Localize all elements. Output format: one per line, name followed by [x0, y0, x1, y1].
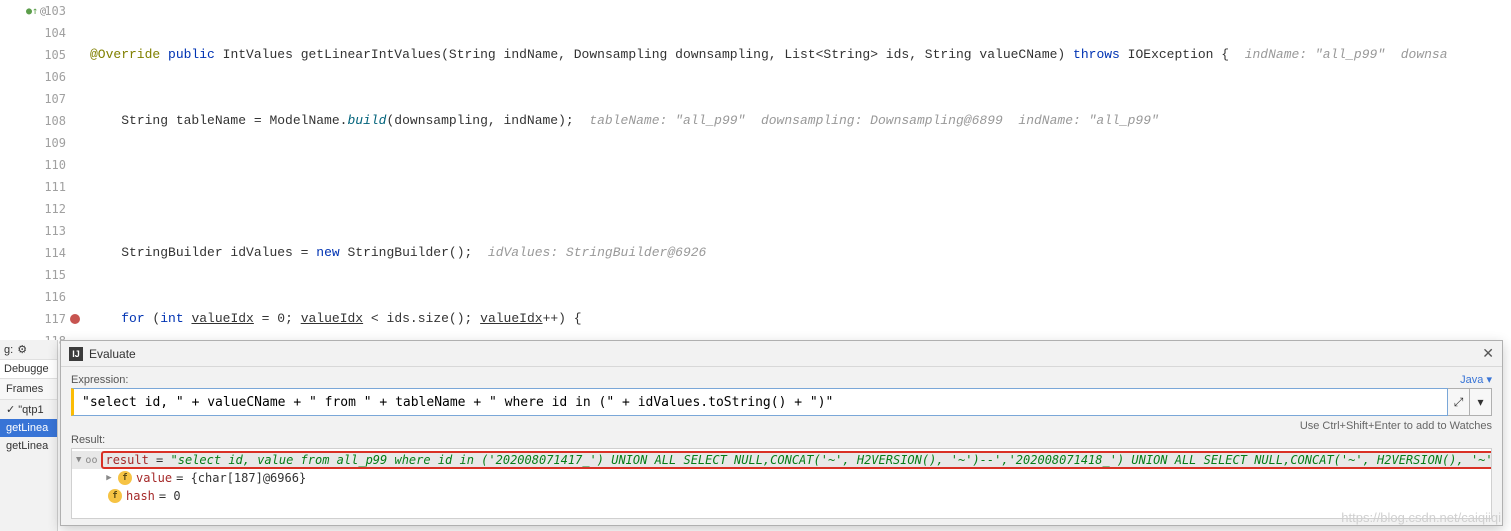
- gutter-line[interactable]: 108: [0, 110, 72, 132]
- dialog-title: Evaluate: [89, 347, 136, 361]
- code-content[interactable]: @Override public IntValues getLinearIntV…: [72, 0, 1511, 340]
- object-icon: oo: [85, 455, 97, 466]
- breakpoint-icon[interactable]: [70, 314, 80, 324]
- gutter-line[interactable]: 107: [0, 88, 72, 110]
- debugger-tab[interactable]: Debugge: [0, 360, 57, 379]
- gutter-line[interactable]: 105: [0, 44, 72, 66]
- watermark: https://blog.csdn.net/caiqiiqi: [1341, 510, 1501, 525]
- close-icon[interactable]: ✕: [1482, 345, 1494, 362]
- gutter-line[interactable]: 112: [0, 198, 72, 220]
- frames-header: Frames: [0, 379, 57, 400]
- history-dropdown[interactable]: ▾: [1470, 388, 1492, 416]
- code-line[interactable]: String tableName = ModelName.build(downs…: [72, 110, 1511, 132]
- gutter-line[interactable]: 117: [0, 308, 72, 330]
- intellij-icon: IJ: [69, 347, 83, 361]
- field-icon: f: [118, 471, 132, 485]
- result-child-row[interactable]: ▶ f value = {char[187]@6966}: [72, 469, 1491, 487]
- debug-tab[interactable]: g:⚙: [0, 340, 57, 360]
- gutter-line[interactable]: 106: [0, 66, 72, 88]
- debug-left-strip: g:⚙ Debugge Frames ✓ "qtp1 getLinea getL…: [0, 340, 58, 531]
- dialog-body: Expression: Java ▾ ⤢ ▾ Use Ctrl+Shift+En…: [61, 367, 1502, 525]
- dialog-titlebar[interactable]: IJ Evaluate ✕: [61, 341, 1502, 367]
- marker-icon: ●↑: [26, 6, 38, 17]
- settings-icon: ⚙: [17, 343, 27, 356]
- expression-input[interactable]: [71, 388, 1448, 416]
- code-line[interactable]: @Override public IntValues getLinearIntV…: [72, 44, 1511, 66]
- result-tree[interactable]: ▼ oo result = "select id, value from all…: [71, 448, 1492, 519]
- result-root-row[interactable]: ▼ oo result = "select id, value from all…: [72, 451, 1491, 469]
- evaluate-dialog: IJ Evaluate ✕ Expression: Java ▾ ⤢ ▾ Use…: [60, 340, 1503, 526]
- highlighted-result: result = "select id, value from all_p99 …: [101, 451, 1492, 469]
- frame-item[interactable]: getLinea: [0, 437, 57, 455]
- gutter-line[interactable]: 113: [0, 220, 72, 242]
- shortcut-hint: Use Ctrl+Shift+Enter to add to Watches: [71, 420, 1492, 432]
- override-icon: @: [40, 6, 46, 17]
- code-line[interactable]: [72, 176, 1511, 198]
- gutter-line[interactable]: 116: [0, 286, 72, 308]
- gutter-line[interactable]: ●↑@103: [0, 0, 72, 22]
- gutter: ●↑@103 104 105 106 107 108 109 110 111 1…: [0, 0, 72, 340]
- field-icon: f: [108, 489, 122, 503]
- language-selector[interactable]: Java ▾: [1460, 373, 1492, 386]
- tree-expand-icon[interactable]: ▶: [104, 473, 114, 483]
- gutter-line[interactable]: 114: [0, 242, 72, 264]
- frame-item[interactable]: getLinea: [0, 419, 57, 437]
- code-line[interactable]: StringBuilder idValues = new StringBuild…: [72, 242, 1511, 264]
- gutter-line[interactable]: 111: [0, 176, 72, 198]
- tree-collapse-icon[interactable]: ▼: [76, 455, 81, 465]
- expand-button[interactable]: ⤢: [1448, 388, 1470, 416]
- gutter-line[interactable]: 104: [0, 22, 72, 44]
- gutter-line[interactable]: 109: [0, 132, 72, 154]
- result-label: Result:: [71, 434, 1492, 446]
- expression-label: Expression:: [71, 374, 128, 386]
- editor-area: ●↑@103 104 105 106 107 108 109 110 111 1…: [0, 0, 1511, 340]
- gutter-line[interactable]: 115: [0, 264, 72, 286]
- gutter-line[interactable]: 110: [0, 154, 72, 176]
- code-line[interactable]: for (int valueIdx = 0; valueIdx < ids.si…: [72, 308, 1511, 330]
- thread-item[interactable]: ✓ "qtp1: [0, 400, 57, 419]
- result-child-row[interactable]: f hash = 0: [72, 487, 1491, 505]
